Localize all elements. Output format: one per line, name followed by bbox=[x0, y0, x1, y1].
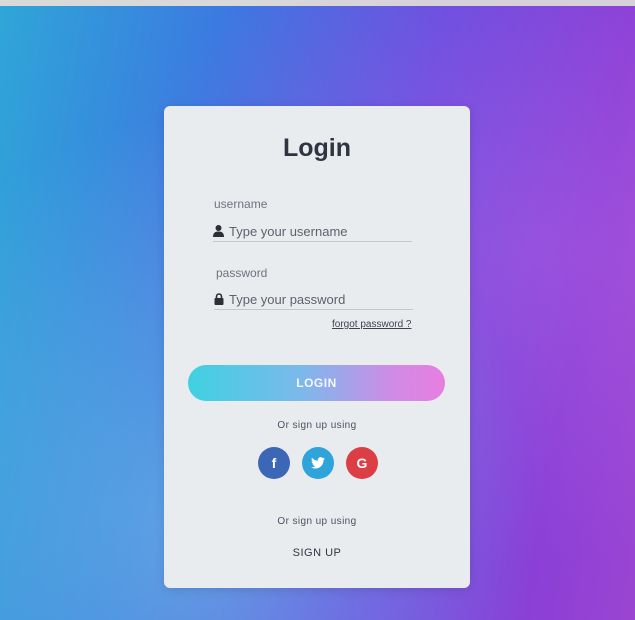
social-login-group: f G bbox=[258, 447, 378, 479]
page-title: Login bbox=[282, 134, 352, 162]
login-button[interactable]: LOGIN bbox=[188, 365, 445, 401]
facebook-button[interactable]: f bbox=[258, 447, 290, 479]
signup-using-text-secondary: Or sign up using bbox=[277, 516, 357, 527]
twitter-icon bbox=[311, 457, 325, 469]
signup-link[interactable]: SIGN UP bbox=[164, 547, 470, 559]
facebook-icon: f bbox=[271, 455, 277, 471]
username-field[interactable] bbox=[213, 221, 412, 242]
google-button[interactable]: G bbox=[346, 447, 378, 479]
password-input[interactable] bbox=[229, 291, 409, 307]
signup-using-text: Or sign up using bbox=[277, 420, 357, 431]
forgot-password-link[interactable]: forgot password ? bbox=[332, 319, 412, 330]
username-input[interactable] bbox=[229, 223, 409, 239]
login-card: Login username password forgot password … bbox=[164, 106, 470, 588]
password-label: password bbox=[216, 266, 268, 280]
twitter-button[interactable] bbox=[302, 447, 334, 479]
username-label: username bbox=[214, 197, 268, 211]
password-field[interactable] bbox=[214, 289, 413, 310]
google-icon: G bbox=[356, 455, 368, 471]
user-icon bbox=[213, 225, 224, 237]
lock-icon bbox=[214, 293, 224, 305]
